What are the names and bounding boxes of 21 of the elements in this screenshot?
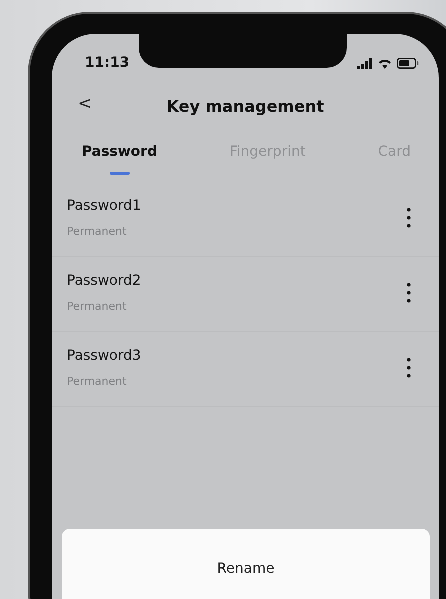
signal-icon xyxy=(357,58,373,68)
key-row[interactable]: Password2 Permanent xyxy=(52,257,439,332)
tab[interactable]: Password xyxy=(78,142,162,162)
key-name: Password1 xyxy=(67,198,142,214)
more-icon[interactable] xyxy=(407,208,411,228)
key-validity: Permanent xyxy=(67,375,128,388)
menu-option[interactable]: Rename xyxy=(207,557,285,581)
more-icon[interactable] xyxy=(407,358,411,378)
more-icon[interactable] xyxy=(407,283,411,303)
key-name: Password2 xyxy=(67,273,142,289)
key-row[interactable]: Password1 Permanent xyxy=(52,182,439,257)
key-validity: Permanent xyxy=(67,225,128,238)
wifi-icon xyxy=(378,58,392,68)
key-row[interactable]: Password3 Permanent xyxy=(52,332,439,407)
back-button[interactable]: < xyxy=(74,94,96,114)
battery-icon xyxy=(397,58,419,68)
tab-indicator xyxy=(110,172,130,175)
status-time: 11:13 xyxy=(85,55,130,71)
key-name: Password3 xyxy=(67,348,142,364)
key-validity: Permanent xyxy=(67,300,128,313)
page-title: Key management xyxy=(166,96,324,116)
